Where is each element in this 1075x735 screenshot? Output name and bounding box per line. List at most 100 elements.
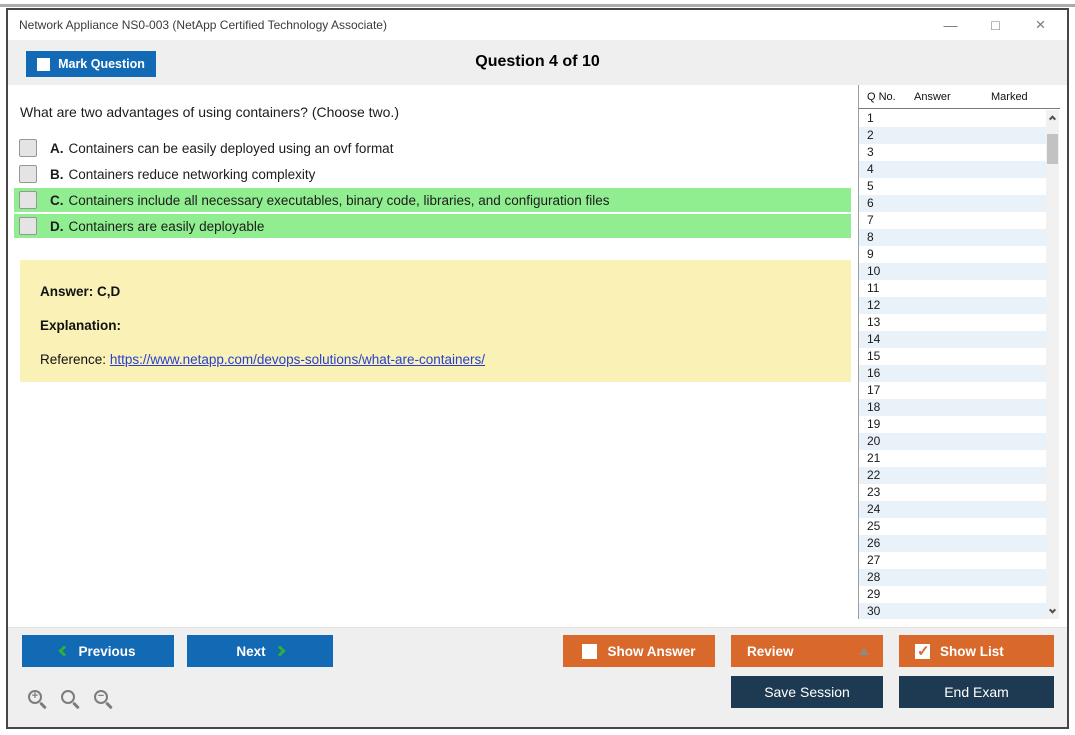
reference-line: Reference: https://www.netapp.com/devops…	[40, 352, 831, 367]
question-list-row[interactable]: 27	[859, 552, 1047, 569]
question-list-row[interactable]: 9	[859, 246, 1047, 263]
option-letter: B.	[50, 167, 64, 182]
question-list-panel: Q No. Answer Marked 12345678910111213141…	[858, 85, 1060, 619]
option-letter: C.	[50, 193, 64, 208]
title-bar: Network Appliance NS0-003 (NetApp Certif…	[8, 10, 1067, 40]
question-list-row[interactable]: 4	[859, 161, 1047, 178]
question-list-row[interactable]: 25	[859, 518, 1047, 535]
question-list-row[interactable]: 24	[859, 501, 1047, 518]
window-title: Network Appliance NS0-003 (NetApp Certif…	[8, 18, 387, 32]
show-answer-checkbox[interactable]	[582, 644, 597, 659]
previous-label: Previous	[78, 644, 135, 659]
toolbar: Mark Question Question 4 of 10	[8, 40, 1067, 85]
explanation-label: Explanation:	[40, 318, 831, 333]
show-list-label: Show List	[940, 644, 1004, 659]
next-button[interactable]: Next	[187, 635, 333, 667]
question-text: What are two advantages of using contain…	[20, 104, 851, 120]
option-a[interactable]: A. Containers can be easily deployed usi…	[14, 136, 851, 160]
question-list-row[interactable]: 6	[859, 195, 1047, 212]
option-text: Containers are easily deployable	[69, 219, 265, 234]
review-label: Review	[747, 644, 794, 659]
option-d[interactable]: D. Containers are easily deployable	[14, 214, 851, 238]
reference-link[interactable]: https://www.netapp.com/devops-solutions/…	[110, 352, 485, 367]
scrollbar[interactable]	[1046, 110, 1059, 619]
question-list-row[interactable]: 26	[859, 535, 1047, 552]
question-list-row[interactable]: 14	[859, 331, 1047, 348]
close-button[interactable]: ×	[1018, 10, 1063, 40]
footer-bar: Previous Next Show Answer Review Show Li…	[8, 627, 1067, 727]
question-list-row[interactable]: 2	[859, 127, 1047, 144]
question-list-row[interactable]: 17	[859, 382, 1047, 399]
end-exam-button[interactable]: End Exam	[899, 676, 1054, 708]
scrollbar-thumb[interactable]	[1047, 134, 1058, 164]
maximize-button[interactable]: □	[973, 10, 1018, 40]
scroll-up-button[interactable]	[1046, 110, 1059, 125]
question-list-row[interactable]: 29	[859, 586, 1047, 603]
question-list-row[interactable]: 20	[859, 433, 1047, 450]
save-session-button[interactable]: Save Session	[731, 676, 883, 708]
option-text: Containers reduce networking complexity	[69, 167, 316, 182]
zoom-controls: + −	[28, 690, 114, 710]
option-b-checkbox[interactable]	[19, 165, 37, 183]
option-text: Containers include all necessary executa…	[69, 193, 610, 208]
question-list-row[interactable]: 3	[859, 144, 1047, 161]
question-list-row[interactable]: 15	[859, 348, 1047, 365]
question-list-row[interactable]: 8	[859, 229, 1047, 246]
show-list-checkbox[interactable]	[915, 644, 930, 659]
window-controls: — □ ×	[928, 10, 1063, 40]
scroll-down-button[interactable]	[1046, 604, 1059, 619]
option-a-checkbox[interactable]	[19, 139, 37, 157]
option-letter: A.	[50, 141, 64, 156]
options-list: A. Containers can be easily deployed usi…	[14, 136, 851, 238]
review-button[interactable]: Review	[731, 635, 883, 667]
minus-sign: −	[94, 689, 108, 703]
show-list-button[interactable]: Show List	[899, 635, 1054, 667]
column-header-qno: Q No.	[859, 91, 914, 103]
chevron-up-icon	[1049, 115, 1056, 122]
chevron-left-icon	[59, 645, 70, 656]
option-letter: D.	[50, 219, 64, 234]
option-d-checkbox[interactable]	[19, 217, 37, 235]
zoom-reset-button[interactable]	[61, 690, 81, 710]
minimize-button[interactable]: —	[928, 10, 973, 40]
answer-text: Answer: C,D	[40, 284, 831, 299]
question-list-row[interactable]: 7	[859, 212, 1047, 229]
question-list-row[interactable]: 22	[859, 467, 1047, 484]
zoom-in-button[interactable]: +	[28, 690, 48, 710]
question-list-rows: 1234567891011121314151617181920212223242…	[859, 110, 1047, 619]
option-c-checkbox[interactable]	[19, 191, 37, 209]
question-counter: Question 4 of 10	[8, 53, 1067, 71]
triangle-up-icon	[859, 648, 869, 655]
question-list-row[interactable]: 5	[859, 178, 1047, 195]
desktop-background-strip	[0, 4, 1075, 7]
chevron-right-icon	[274, 645, 285, 656]
question-area: What are two advantages of using contain…	[20, 85, 851, 382]
question-list-row[interactable]: 1	[859, 110, 1047, 127]
option-b[interactable]: B. Containers reduce networking complexi…	[14, 162, 851, 186]
show-answer-button[interactable]: Show Answer	[563, 635, 715, 667]
question-list-row[interactable]: 30	[859, 603, 1047, 619]
save-session-label: Save Session	[764, 684, 850, 700]
column-header-marked: Marked	[991, 91, 1046, 103]
question-list-row[interactable]: 13	[859, 314, 1047, 331]
question-list-header: Q No. Answer Marked	[859, 85, 1060, 109]
reference-label: Reference:	[40, 352, 106, 367]
next-label: Next	[236, 644, 265, 659]
question-list-row[interactable]: 23	[859, 484, 1047, 501]
option-c[interactable]: C. Containers include all necessary exec…	[14, 188, 851, 212]
question-list-row[interactable]: 18	[859, 399, 1047, 416]
question-list-row[interactable]: 21	[859, 450, 1047, 467]
zoom-out-button[interactable]: −	[94, 690, 114, 710]
end-exam-label: End Exam	[944, 684, 1009, 700]
column-header-answer: Answer	[914, 91, 991, 103]
question-list-row[interactable]: 10	[859, 263, 1047, 280]
question-list-row[interactable]: 11	[859, 280, 1047, 297]
chevron-down-icon	[1049, 607, 1056, 614]
question-list-row[interactable]: 28	[859, 569, 1047, 586]
magnifier-handle	[72, 702, 80, 710]
question-list-row[interactable]: 19	[859, 416, 1047, 433]
question-list-row[interactable]: 12	[859, 297, 1047, 314]
previous-button[interactable]: Previous	[22, 635, 174, 667]
show-answer-label: Show Answer	[607, 644, 695, 659]
question-list-row[interactable]: 16	[859, 365, 1047, 382]
